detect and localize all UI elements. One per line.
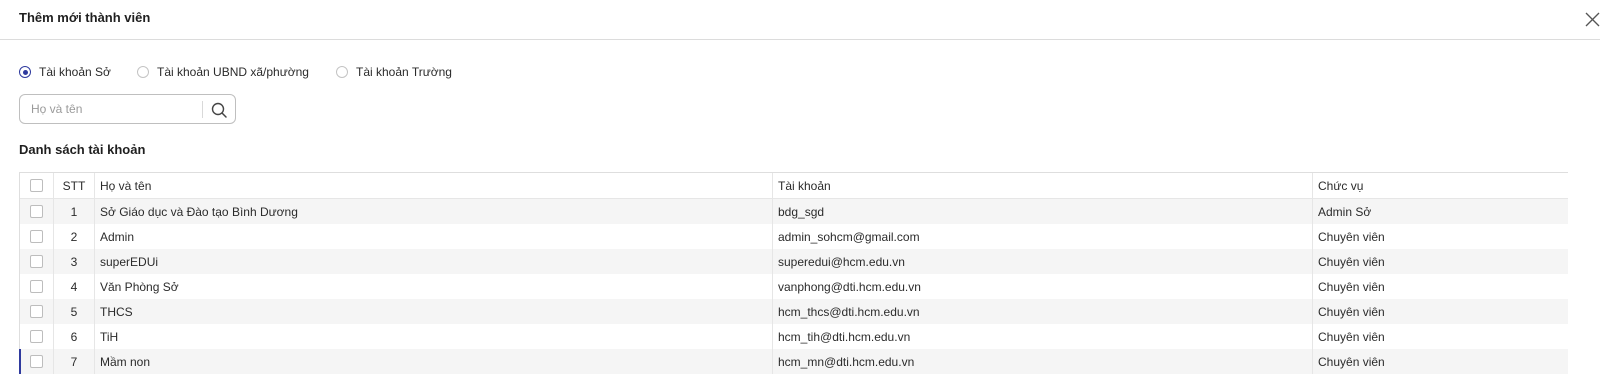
table-row[interactable]: 2 Admin admin_sohcm@gmail.com Chuyên viê… [20, 224, 1568, 249]
row-stt: 6 [54, 324, 95, 349]
row-checkbox[interactable] [30, 330, 43, 343]
row-account: hcm_mn@dti.hcm.edu.vn [773, 349, 1313, 374]
row-name: TiH [95, 324, 773, 349]
row-role: Chuyên viên [1318, 279, 1385, 294]
row-name: Sở Giáo dục và Đào tạo Bình Dương [95, 199, 773, 224]
row-role: Chuyên viên [1318, 229, 1385, 244]
account-table: STT Họ và tên Tài khoản Chức vụ 1 Sở Giá… [19, 172, 1568, 374]
row-name: Admin [95, 224, 773, 249]
row-stt: 1 [54, 199, 95, 224]
row-name: Văn Phòng Sở [95, 274, 773, 299]
radio-circle[interactable] [137, 66, 149, 78]
row-name: Mầm non [95, 349, 773, 374]
account-list-title: Danh sách tài khoản [19, 142, 146, 157]
row-check-cell [20, 224, 54, 249]
search-input[interactable] [21, 96, 201, 122]
row-role: Chuyên viên [1318, 254, 1385, 269]
search-divider [202, 101, 203, 118]
table-header-row: STT Họ và tên Tài khoản Chức vụ [20, 173, 1568, 199]
row-account: bdg_sgd [773, 199, 1313, 224]
row-checkbox[interactable] [30, 255, 43, 268]
row-account: hcm_thcs@dti.hcm.edu.vn [773, 299, 1313, 324]
radio-label: Tài khoản Sở [39, 65, 111, 79]
row-role: Admin Sở [1318, 204, 1372, 219]
row-stt: 4 [54, 274, 95, 299]
row-checkbox[interactable] [30, 280, 43, 293]
dialog-title: Thêm mới thành viên [19, 10, 151, 25]
row-stt: 7 [54, 349, 95, 374]
row-checkbox[interactable] [30, 230, 43, 243]
radio-circle[interactable] [19, 66, 31, 78]
row-stt: 3 [54, 249, 95, 274]
close-icon [1585, 12, 1600, 27]
search-box [19, 94, 236, 124]
row-account: vanphong@dti.hcm.edu.vn [773, 274, 1313, 299]
row-check-cell [20, 324, 54, 349]
table-row[interactable]: 4 Văn Phòng Sở vanphong@dti.hcm.edu.vn C… [20, 274, 1568, 299]
table-row[interactable]: 1 Sở Giáo dục và Đào tạo Bình Dương bdg_… [20, 199, 1568, 224]
table-row[interactable]: 5 THCS hcm_thcs@dti.hcm.edu.vn Chuyên vi… [20, 299, 1568, 324]
row-account: admin_sohcm@gmail.com [773, 224, 1313, 249]
column-header-stt: STT [54, 173, 95, 198]
table-row[interactable]: 3 superEDUi superedui@hcm.edu.vn Chuyên … [20, 249, 1568, 274]
column-header-name: Họ và tên [95, 173, 773, 198]
radio-tai-khoan-ubnd[interactable]: Tài khoản UBND xã/phường [137, 64, 309, 80]
radio-circle[interactable] [336, 66, 348, 78]
row-account: hcm_tih@dti.hcm.edu.vn [773, 324, 1313, 349]
row-checkbox[interactable] [30, 355, 43, 368]
radio-label: Tài khoản Trường [356, 65, 452, 79]
row-account: superedui@hcm.edu.vn [773, 249, 1313, 274]
row-name: THCS [95, 299, 773, 324]
row-checkbox[interactable] [30, 205, 43, 218]
radio-tai-khoan-so[interactable]: Tài khoản Sở [19, 64, 111, 80]
row-stt: 5 [54, 299, 95, 324]
row-stt: 2 [54, 224, 95, 249]
row-checkbox[interactable] [30, 305, 43, 318]
row-check-cell [20, 274, 54, 299]
row-check-cell [20, 299, 54, 324]
row-role: Chuyên viên [1318, 329, 1385, 344]
row-name: superEDUi [95, 249, 773, 274]
search-icon [211, 102, 227, 118]
row-role: Chuyên viên [1318, 304, 1385, 319]
row-role: Chuyên viên [1318, 354, 1385, 369]
dialog-header: Thêm mới thành viên [0, 0, 1600, 40]
header-check-cell [20, 173, 54, 198]
close-button[interactable] [1584, 10, 1600, 28]
row-check-cell [20, 199, 54, 224]
column-header-account: Tài khoản [773, 173, 1313, 198]
row-check-cell [20, 349, 54, 374]
search-button[interactable] [209, 100, 229, 120]
radio-tai-khoan-truong[interactable]: Tài khoản Trường [336, 64, 452, 80]
row-check-cell [20, 249, 54, 274]
radio-label: Tài khoản UBND xã/phường [157, 65, 309, 79]
select-all-checkbox[interactable] [30, 179, 43, 192]
column-header-role: Chức vụ [1318, 178, 1364, 193]
table-row[interactable]: 6 TiH hcm_tih@dti.hcm.edu.vn Chuyên viên [20, 324, 1568, 349]
table-row[interactable]: 7 Mầm non hcm_mn@dti.hcm.edu.vn Chuyên v… [19, 349, 1568, 374]
